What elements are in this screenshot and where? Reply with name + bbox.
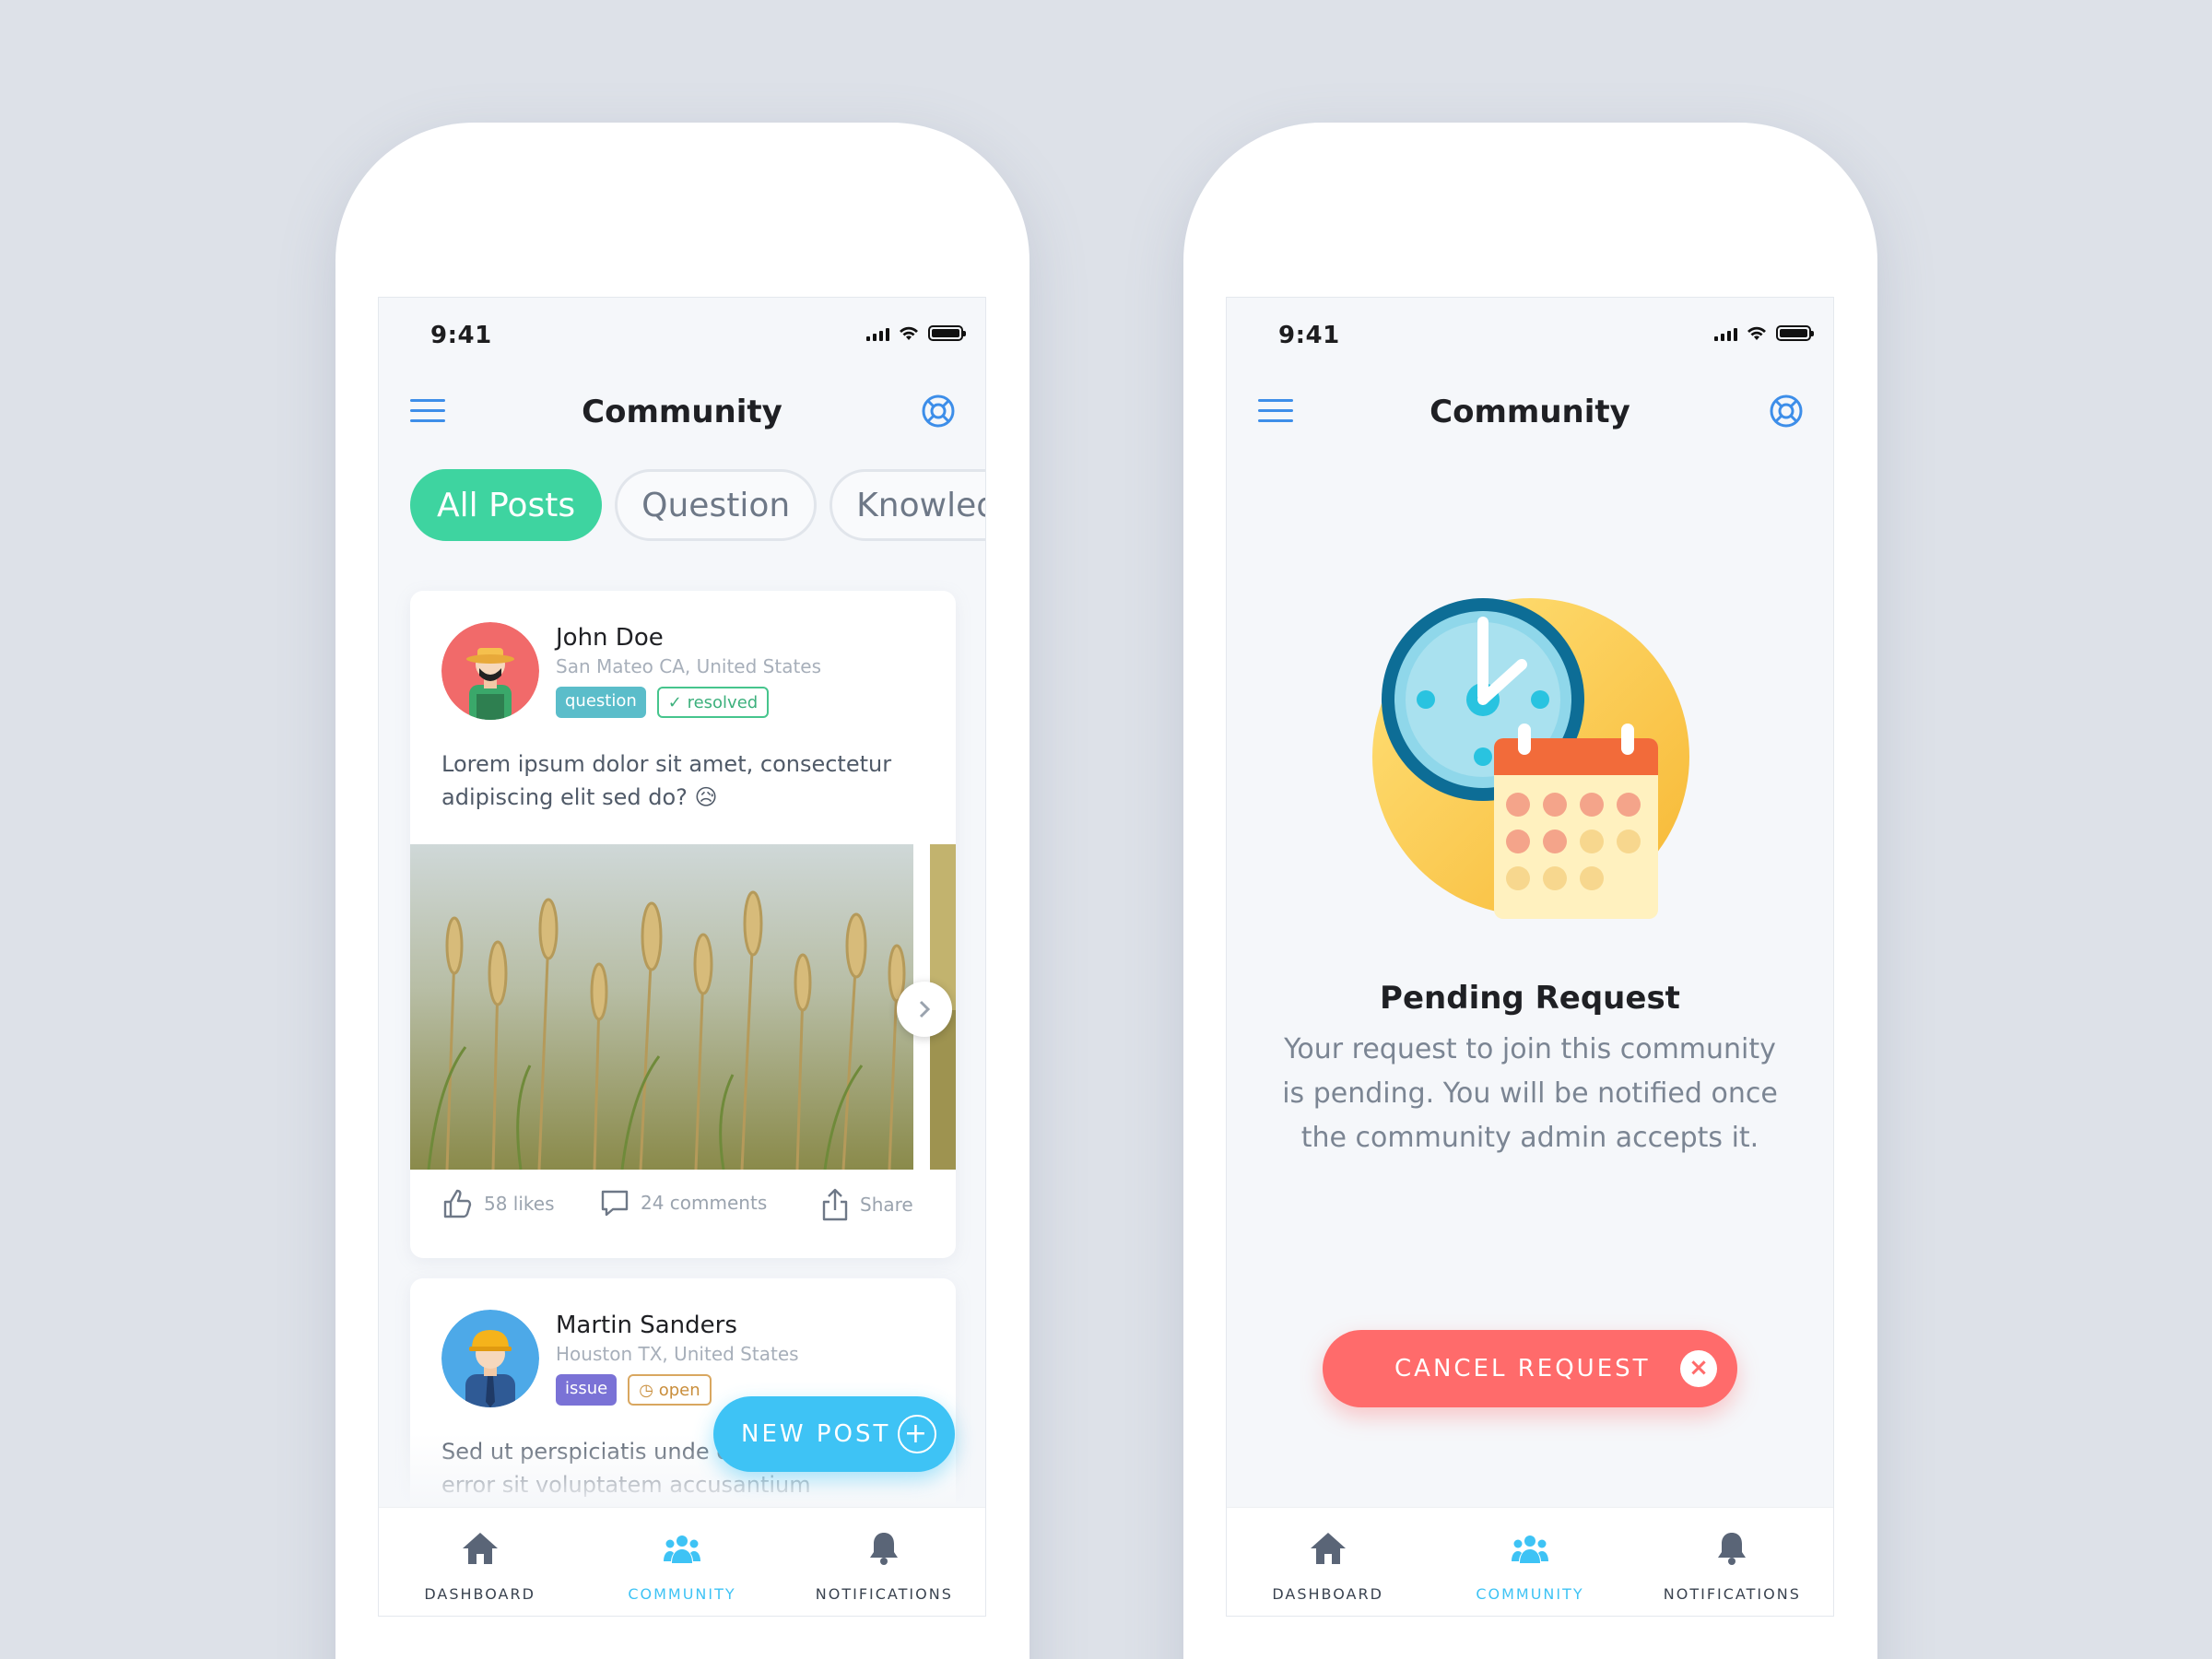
status-badge-label: open	[658, 1381, 700, 1400]
filter-tabs: All Posts Question Knowledge	[410, 469, 985, 541]
pending-title: Pending Request	[1380, 980, 1680, 1017]
tabbar-label: COMMUNITY	[1476, 1585, 1584, 1603]
wifi-icon	[900, 326, 918, 340]
battery-icon	[1776, 325, 1814, 341]
status-icons	[1714, 325, 1814, 341]
author-location: San Mateo CA, United States	[556, 655, 822, 677]
bell-icon	[1718, 1533, 1747, 1565]
post-text: Lorem ipsum dolor sit amet, consectetur …	[441, 751, 892, 810]
carousel-next-button[interactable]	[897, 982, 952, 1037]
tab-question[interactable]: Question	[615, 469, 818, 541]
lifebuoy-help-icon[interactable]	[921, 394, 956, 429]
tabbar-label: DASHBOARD	[1272, 1585, 1383, 1603]
status-badge: ◷ open	[628, 1374, 712, 1406]
avatar[interactable]	[441, 622, 539, 720]
tabbar-item-community[interactable]: COMMUNITY	[581, 1508, 782, 1616]
new-post-button[interactable]: NEW POST +	[713, 1396, 955, 1472]
plus-icon: +	[898, 1415, 936, 1453]
close-icon: ×	[1680, 1350, 1717, 1387]
tabbar-label: NOTIFICATIONS	[1663, 1585, 1801, 1603]
tabbar-item-notifications[interactable]: NOTIFICATIONS	[1631, 1508, 1833, 1616]
bottom-tabbar: DASHBOARD COMMUNITY NOTIFICATIONS	[1227, 1507, 1833, 1616]
status-time: 9:41	[1278, 322, 1340, 349]
home-icon	[462, 1533, 498, 1564]
comments-button[interactable]: 24 comments	[600, 1188, 767, 1218]
wifi-icon	[1747, 326, 1766, 340]
post-badges: issue ◷ open	[556, 1374, 712, 1406]
signal-icon	[866, 326, 889, 341]
author-name[interactable]: John Doe	[556, 624, 664, 652]
lifebuoy-help-icon[interactable]	[1769, 394, 1804, 429]
status-bar: 9:41	[379, 298, 985, 371]
status-icons	[866, 325, 966, 341]
clock-icon: ◷	[639, 1381, 659, 1400]
post-actions: 58 likes 24 comments Share	[410, 1188, 956, 1243]
post-card[interactable]: John Doe San Mateo CA, United States que…	[410, 591, 956, 1258]
pending-message: Your request to join this community is p…	[1282, 1033, 1778, 1154]
avatar[interactable]	[441, 1310, 539, 1407]
cancel-request-label: CANCEL REQUEST	[1394, 1355, 1651, 1382]
bell-icon	[870, 1533, 899, 1565]
bottom-tabbar: DASHBOARD COMMUNITY NOTIFICATIONS	[379, 1507, 985, 1616]
post-badges: question ✓ resolved	[556, 687, 770, 718]
thumbs-up-icon	[443, 1189, 472, 1218]
tabbar-label: NOTIFICATIONS	[815, 1585, 953, 1603]
status-bar: 9:41	[1227, 298, 1833, 371]
clock-calendar-illustration	[1372, 598, 1689, 919]
cancel-request-button[interactable]: CANCEL REQUEST ×	[1323, 1330, 1737, 1407]
home-icon	[1310, 1533, 1346, 1564]
pending-request-screen: 9:41 Community Pending Request Your requ…	[1226, 297, 1834, 1617]
author-name[interactable]: Martin Sanders	[556, 1312, 737, 1339]
tabbar-item-dashboard[interactable]: DASHBOARD	[379, 1508, 581, 1616]
navbar: Community	[1227, 381, 1833, 445]
likes-count: 58 likes	[484, 1193, 555, 1215]
community-icon	[1511, 1535, 1548, 1563]
share-button[interactable]: Share	[821, 1188, 913, 1221]
share-icon	[822, 1188, 848, 1221]
tabbar-label: DASHBOARD	[424, 1585, 535, 1603]
type-badge: issue	[556, 1374, 618, 1406]
share-label: Share	[860, 1194, 913, 1216]
status-badge-label: resolved	[687, 693, 759, 712]
tabbar-item-notifications[interactable]: NOTIFICATIONS	[783, 1508, 985, 1616]
tab-knowledge[interactable]: Knowledge	[830, 469, 985, 541]
phone-frame-right: 9:41 Community Pending Request Your requ…	[1183, 123, 1877, 1659]
page-title: Community	[1430, 394, 1630, 430]
status-time: 9:41	[430, 322, 492, 349]
navbar: Community	[379, 381, 985, 445]
new-post-label: NEW POST	[741, 1420, 891, 1448]
tabbar-label: COMMUNITY	[628, 1585, 736, 1603]
battery-icon	[928, 325, 966, 341]
tabbar-item-dashboard[interactable]: DASHBOARD	[1227, 1508, 1429, 1616]
chevron-right-icon	[919, 1000, 931, 1018]
page-title: Community	[582, 394, 782, 430]
signal-icon	[1714, 326, 1737, 341]
status-badge: ✓ resolved	[656, 687, 770, 718]
comments-count: 24 comments	[641, 1192, 768, 1214]
like-button[interactable]: 58 likes	[441, 1188, 555, 1219]
tabbar-item-community[interactable]: COMMUNITY	[1429, 1508, 1630, 1616]
comment-icon	[601, 1190, 629, 1217]
tab-all-posts[interactable]: All Posts	[410, 469, 603, 541]
author-location: Houston TX, United States	[556, 1343, 799, 1365]
wheat-photo[interactable]	[410, 844, 913, 1170]
type-badge: question	[556, 687, 646, 718]
community-icon	[663, 1535, 700, 1563]
check-icon: ✓	[667, 693, 688, 712]
